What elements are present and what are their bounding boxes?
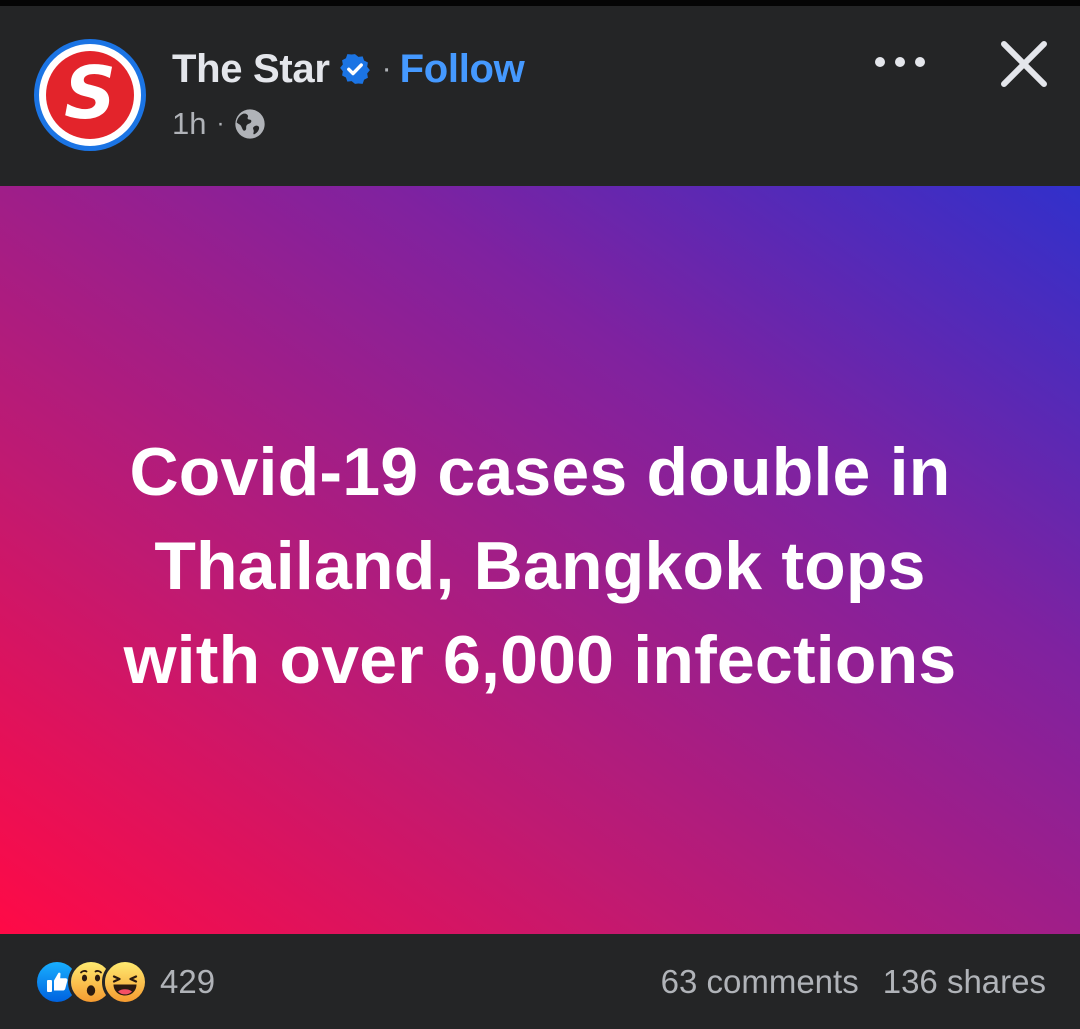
reaction-count: 429 [160,963,216,1000]
page-avatar[interactable]: S [34,39,146,151]
post-meta-row: 1h · [172,104,266,144]
avatar-logo: S [46,51,134,139]
shares-count-link[interactable]: 136 shares [883,963,1046,1001]
page-name-link[interactable]: The Star [172,47,330,92]
reactions-summary[interactable]: 429 [34,958,215,1006]
post-banner[interactable]: Covid-19 cases double in Thailand, Bangk… [0,186,1080,934]
post-title-row: The Star · Follow [172,44,525,94]
post-timestamp[interactable]: 1h [172,106,206,142]
follow-button[interactable]: Follow [400,47,525,92]
haha-icon [102,959,148,1005]
ellipsis-icon[interactable] [872,50,928,74]
post-headline: Covid-19 cases double in Thailand, Bangk… [123,434,957,698]
engagement-stats: 63 comments 136 shares [661,958,1046,1006]
title-separator: · [381,52,392,85]
post-header: S The Star · Follow 1h · [0,6,1080,186]
globe-icon [235,109,266,139]
meta-separator: · [216,110,225,137]
verified-badge-icon [339,54,370,84]
post-viewer: S The Star · Follow 1h · Covid-19 cases … [0,0,1080,1029]
comments-count-link[interactable]: 63 comments [661,963,859,1001]
post-footer: 429 63 comments 136 shares [0,934,1080,1029]
avatar-logo-letter: S [64,51,116,135]
close-icon[interactable] [996,36,1052,92]
